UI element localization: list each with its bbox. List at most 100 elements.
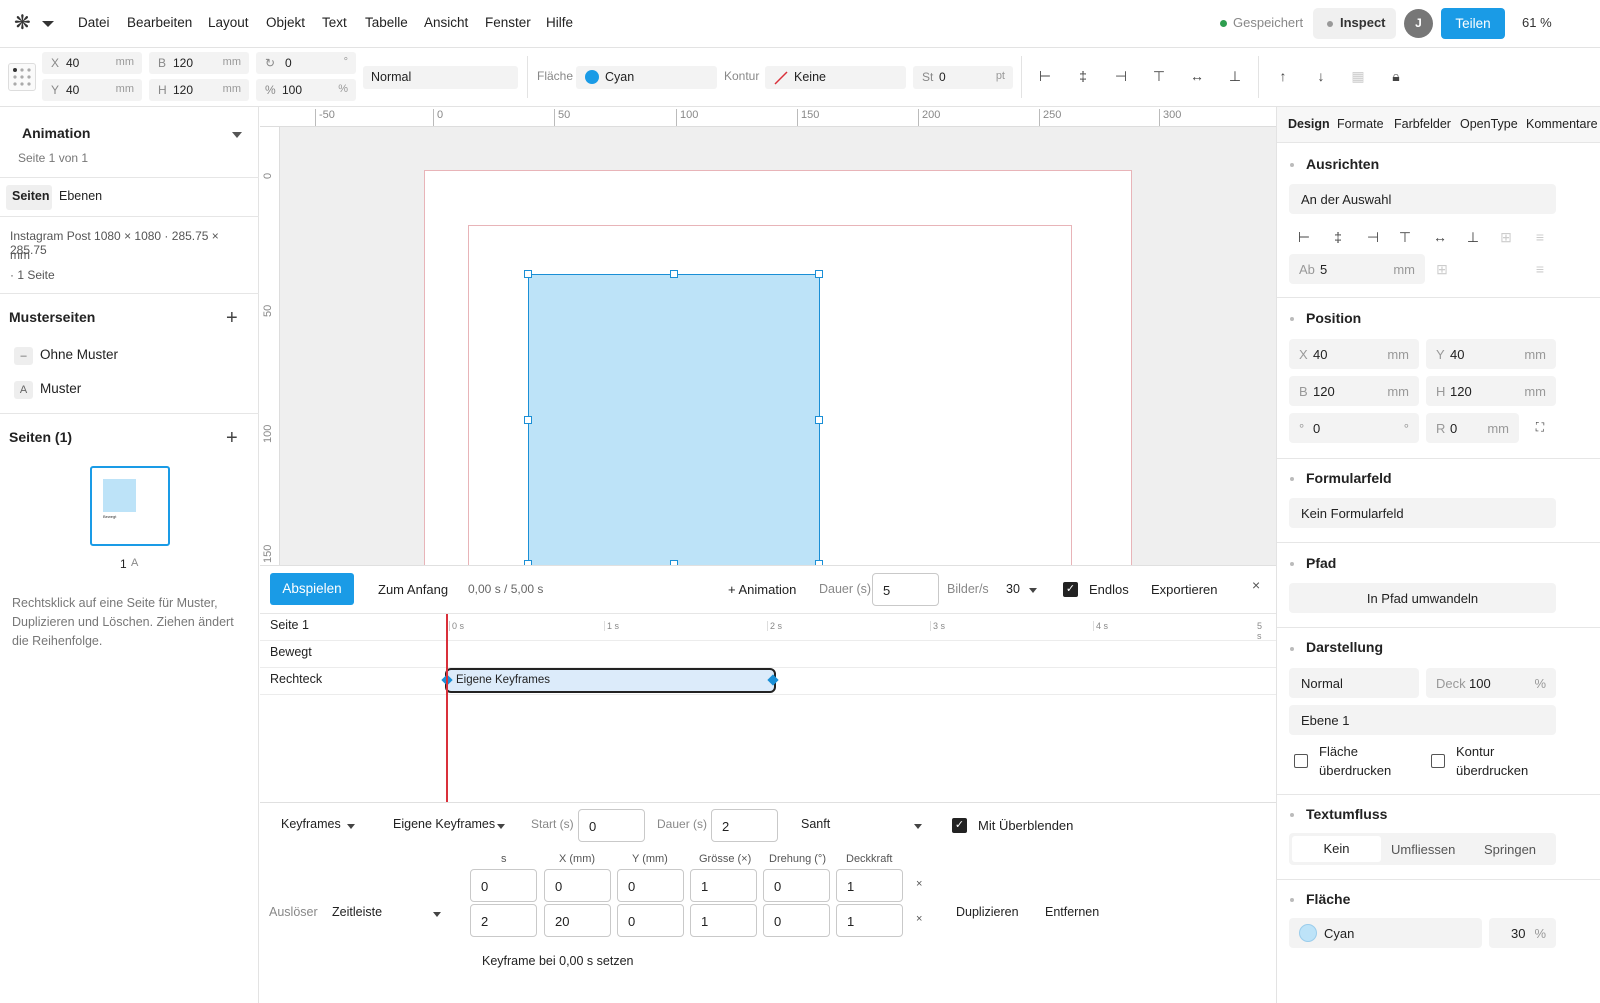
animation-clip[interactable]: Eigene Keyframes [445,668,776,693]
kf-input[interactable]: 0 [470,869,537,902]
wrap-option-umfliessen[interactable]: Umfliessen [1391,842,1455,857]
pos-w-field[interactable]: B 120 mm [1289,376,1419,406]
toolbar-scale-field[interactable]: % 100% [256,79,356,101]
fill-select[interactable]: Cyan [576,66,717,89]
page-thumbnail[interactable]: Bewegt [90,466,170,546]
align-center-h-icon[interactable]: ‡ [1075,68,1091,84]
inspect-button[interactable]: Inspect [1313,8,1396,39]
to-start-button[interactable]: Zum Anfang [378,582,448,597]
chevron-down-icon[interactable] [914,824,922,829]
menu-bearbeiten[interactable]: Bearbeiten [127,15,192,30]
menu-ansicht[interactable]: Ansicht [424,15,468,30]
kf-input[interactable]: 20 [544,904,611,937]
preset-dropdown[interactable]: Eigene Keyframes [393,817,495,831]
align-top-icon[interactable]: ⊤ [1397,229,1413,246]
menu-objekt[interactable]: Objekt [266,15,305,30]
kf-input[interactable]: 1 [690,869,757,902]
canvas-area[interactable]: -50 0 50 100 150 200 250 300 0 50 100 15… [260,107,1276,565]
expand-corners-icon[interactable]: ⛶ [1532,420,1548,435]
fps-select[interactable]: 30 [1006,582,1020,596]
kf-input[interactable]: 1 [836,869,903,902]
toolbar-height-field[interactable]: H 120 mm [149,79,249,101]
chevron-down-icon[interactable] [347,824,355,829]
menu-layout[interactable]: Layout [208,15,249,30]
kf-input[interactable]: 0 [763,904,830,937]
add-animation-button[interactable]: + Animation [728,582,796,597]
align-center-v-icon[interactable]: ↔ [1189,68,1205,84]
align-bottom-icon[interactable]: ⊥ [1227,68,1243,85]
align-right-icon[interactable]: ⊣ [1113,68,1129,85]
overprint-stroke-checkbox[interactable] [1431,754,1445,768]
layer-select[interactable]: Ebene 1 [1289,705,1556,735]
toolbar-width-field[interactable]: B 120 mm [149,52,249,74]
distribute-v-icon[interactable]: ≡ [1532,229,1548,245]
align-left-icon[interactable]: ⊢ [1037,68,1053,85]
menu-tabelle[interactable]: Tabelle [365,15,408,30]
pos-rotation-field[interactable]: ° 0 ° [1289,413,1419,443]
master-item-a[interactable]: A Muster [14,379,244,401]
set-keyframe-button[interactable]: Keyframe bei 0,00 s setzen [482,954,633,968]
reference-point-icon[interactable] [8,63,36,91]
menu-hilfe[interactable]: Hilfe [546,15,573,30]
playhead[interactable] [446,614,448,802]
chevron-down-icon[interactable] [1029,588,1037,593]
tab-farbfelder[interactable]: Farbfelder [1394,117,1451,131]
delete-keyframe-button[interactable]: × [916,878,922,890]
stroke-width-field[interactable]: St 0 pt [913,66,1013,89]
clip-duration-input[interactable]: 2 [711,809,778,842]
delete-keyframe-button[interactable]: × [916,913,922,925]
avatar[interactable]: J [1404,9,1433,38]
spacing-field[interactable]: Ab 5 mm [1289,254,1425,284]
align-target-select[interactable]: An der Auswahl [1289,184,1556,214]
easing-select[interactable]: Sanft [801,817,830,831]
pos-y-field[interactable]: Y 40 mm [1426,339,1556,369]
close-timeline-button[interactable]: × [1252,577,1260,593]
play-button[interactable]: Abspielen [270,573,354,605]
pos-x-field[interactable]: X 40 mm [1289,339,1419,369]
share-button[interactable]: Teilen [1441,8,1505,39]
tab-formate[interactable]: Formate [1337,117,1384,131]
chevron-down-icon[interactable] [497,824,505,829]
kf-input[interactable]: 0 [617,869,684,902]
align-top-icon[interactable]: ⊤ [1151,68,1167,85]
lock-icon[interactable]: 🔒︎ [1388,68,1404,85]
kf-input[interactable]: 1 [690,904,757,937]
bring-forward-icon[interactable]: ↑ [1275,68,1291,84]
tab-ebenen[interactable]: Ebenen [59,189,102,203]
chevron-down-icon[interactable] [232,132,242,138]
toolbar-x-field[interactable]: X 40 mm [42,52,142,74]
tab-opentype[interactable]: OpenType [1460,117,1518,131]
stroke-select[interactable]: Keine [765,66,906,89]
convert-to-path-button[interactable]: In Pfad umwandeln [1289,583,1556,613]
wrap-option-springen[interactable]: Springen [1484,842,1536,857]
align-right-icon[interactable]: ⊣ [1365,229,1381,246]
toolbar-rotation-field[interactable]: ↻ 0 ° [256,52,356,74]
trigger-select[interactable]: Zeitleiste [332,905,382,919]
fill-color-select[interactable]: Cyan [1289,918,1482,948]
distribute-h-icon[interactable]: ⊞ [1498,229,1514,246]
blend-mode-select[interactable]: Normal [363,66,518,89]
toolbar-y-field[interactable]: Y 40 mm [42,79,142,101]
pos-radius-field[interactable]: R 0 mm [1426,413,1519,443]
wrap-option-kein[interactable]: Kein [1292,836,1381,862]
start-input[interactable]: 0 [578,809,645,842]
resize-handle[interactable] [670,270,678,278]
kf-input[interactable]: 0 [763,869,830,902]
duration-input[interactable]: 5 [872,573,939,606]
send-backward-icon[interactable]: ↓ [1313,68,1329,84]
resize-handle[interactable] [815,416,823,424]
keyframes-dropdown[interactable]: Keyframes [281,817,341,831]
resize-handle[interactable] [815,270,823,278]
loop-checkbox[interactable]: ✓ [1063,582,1078,597]
group-icon[interactable]: ▦ [1350,68,1366,85]
chevron-down-icon[interactable] [42,21,54,27]
kf-input[interactable]: 0 [617,904,684,937]
pos-h-field[interactable]: H 120 mm [1426,376,1556,406]
menu-datei[interactable]: Datei [78,15,110,30]
chevron-down-icon[interactable] [433,912,441,917]
tab-design[interactable]: Design [1288,117,1330,131]
kf-input[interactable]: 2 [470,904,537,937]
align-center-v-icon[interactable]: ↔ [1432,229,1448,245]
kf-input[interactable]: 0 [544,869,611,902]
align-left-icon[interactable]: ⊢ [1296,229,1312,246]
